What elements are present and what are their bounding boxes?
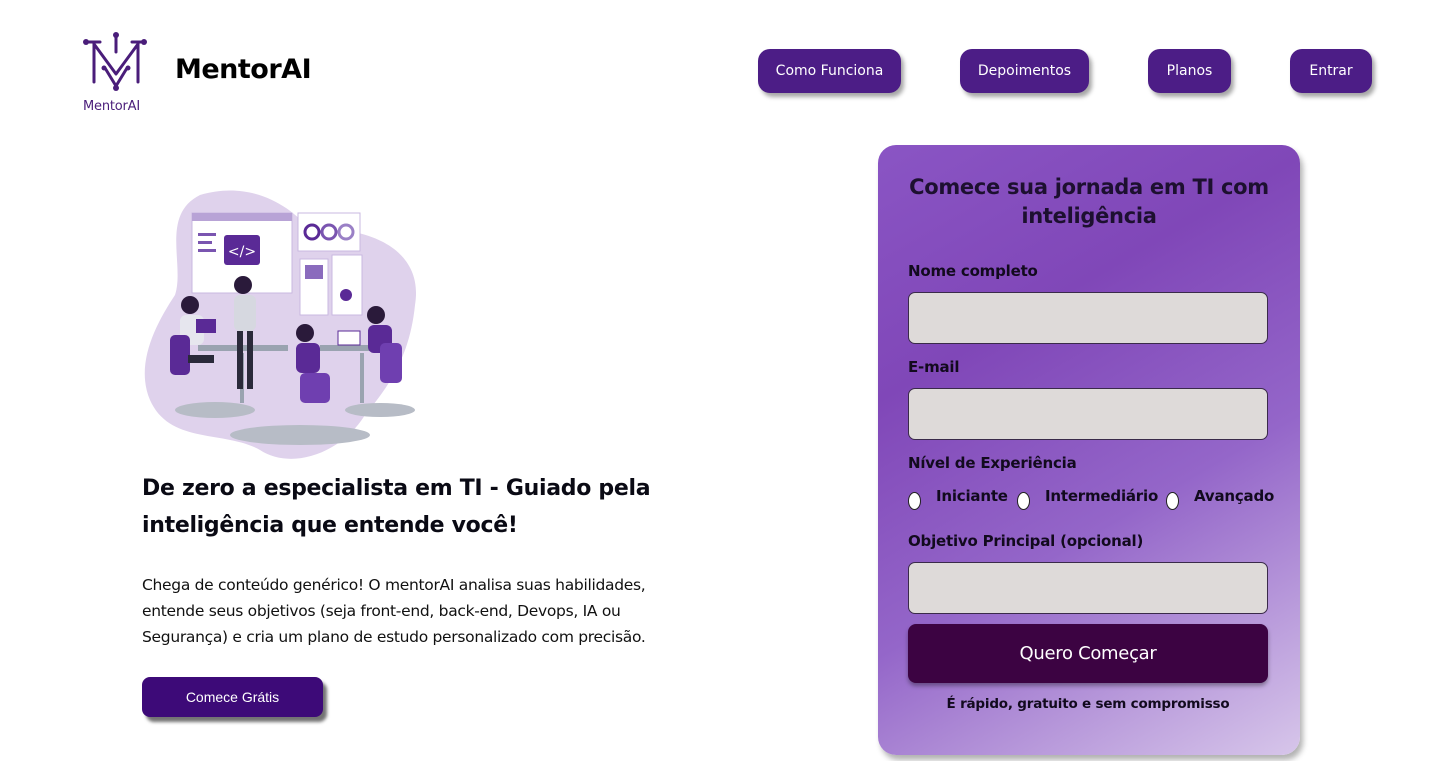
nav-planos-button[interactable]: Planos	[1148, 49, 1231, 93]
radio-avancado[interactable]	[1166, 492, 1179, 510]
logo-text: MentorAI	[83, 99, 140, 114]
main-goal-input[interactable]	[908, 562, 1268, 614]
hero-description: Chega de conteúdo genérico! O mentorAI a…	[142, 576, 646, 646]
nav-entrar-button[interactable]: Entrar	[1290, 49, 1372, 93]
radio-intermediario-label[interactable]: Intermediário	[1045, 487, 1158, 505]
full-name-input[interactable]	[908, 292, 1268, 344]
brand-name: MentorAI	[175, 54, 312, 85]
main-goal-label: Objetivo Principal (opcional)	[908, 532, 1144, 550]
radio-intermediario[interactable]	[1017, 492, 1030, 510]
start-free-button[interactable]: Comece Grátis	[142, 677, 323, 717]
radio-iniciante[interactable]	[908, 492, 921, 510]
experience-level-options: Iniciante Intermediário Avançado	[908, 487, 1274, 513]
hero-title: De zero a especialista em TI - Guiado pe…	[142, 476, 651, 538]
email-input[interactable]	[908, 388, 1268, 440]
submit-button[interactable]: Quero Começar	[908, 624, 1268, 683]
email-label: E-mail	[908, 358, 960, 376]
signup-title: Comece sua jornada em TI com inteligênci…	[909, 175, 1269, 228]
nav-depoimentos-button[interactable]: Depoimentos	[960, 49, 1089, 93]
signup-card: Comece sua jornada em TI com inteligênci…	[878, 145, 1300, 755]
radio-iniciante-label[interactable]: Iniciante	[936, 487, 1008, 505]
nav-como-funciona-button[interactable]: Como Funciona	[758, 49, 901, 93]
svg-text:</>: </>	[228, 244, 256, 260]
experience-level-label: Nível de Experiência	[908, 454, 1077, 472]
full-name-label: Nome completo	[908, 262, 1038, 280]
signup-note: É rápido, gratuito e sem compromisso	[946, 696, 1230, 712]
team-illustration: </>	[140, 185, 425, 467]
radio-avancado-label[interactable]: Avançado	[1194, 487, 1274, 505]
